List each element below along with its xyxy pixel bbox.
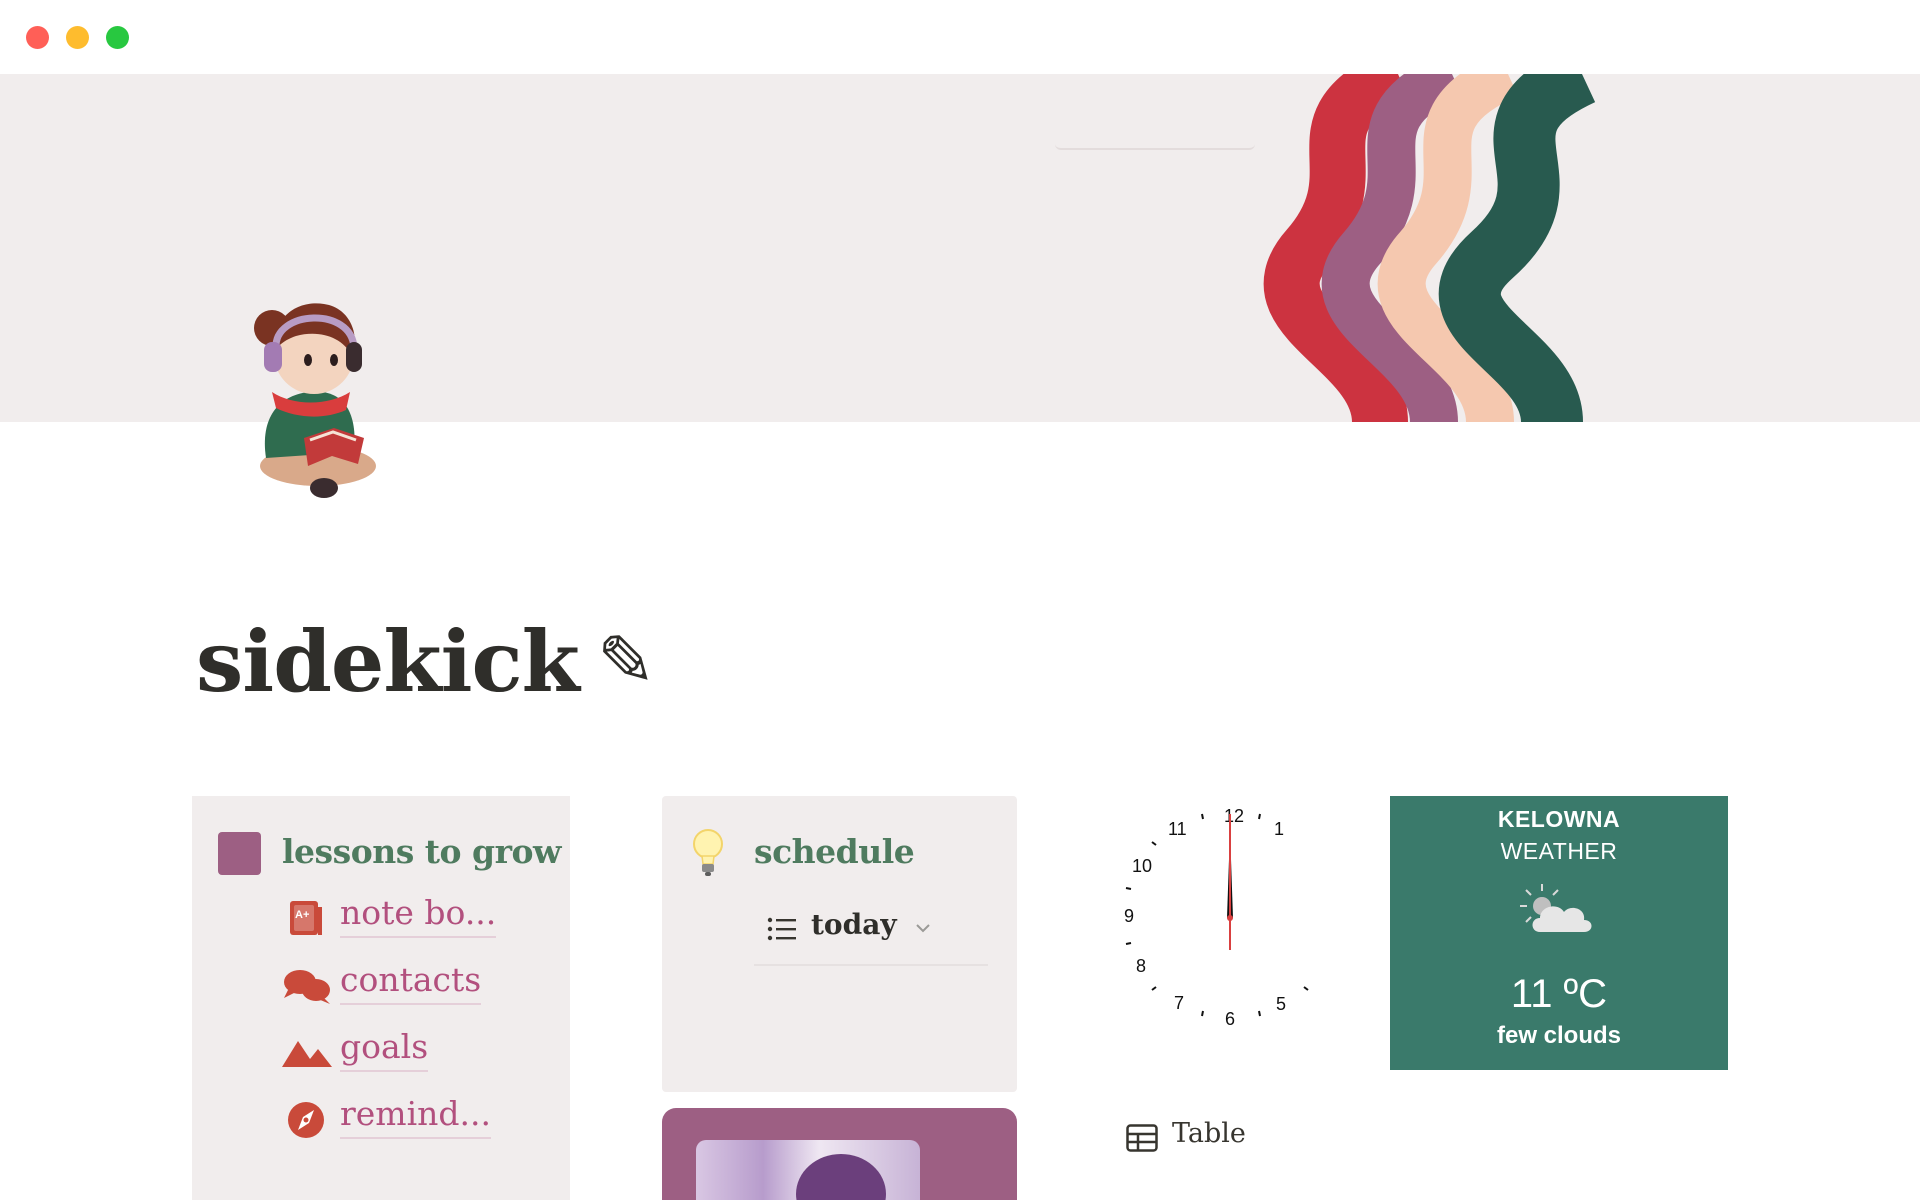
clock-number-12: 12: [1224, 806, 1244, 826]
girl-reading-icon[interactable]: [238, 288, 408, 513]
clock-center: [1227, 915, 1233, 921]
weather-widget: KELOWNA WEATHER 11 ºC few clouds: [1390, 796, 1728, 1070]
weather-description: few clouds: [1496, 1022, 1622, 1049]
view-tab-label[interactable]: today: [811, 908, 897, 941]
schedule-heading: schedule: [754, 832, 915, 871]
clock-number-9: 9: [1124, 906, 1134, 926]
page-title[interactable]: sidekick ✎: [196, 612, 655, 711]
clock-number-1: 1: [1274, 819, 1284, 839]
compass-icon: [288, 1102, 324, 1138]
cover-reposition-handle[interactable]: [1055, 144, 1255, 150]
window-close-button[interactable]: [26, 26, 49, 49]
clock-ticks: [1125, 813, 1309, 1017]
partly-cloudy-icon: [1520, 884, 1592, 932]
chat-bubbles-icon: [284, 970, 330, 1004]
weather-temperature: 11 ºC: [1510, 972, 1608, 1016]
window-titlebar: [0, 0, 1920, 74]
window-minimize-button[interactable]: [66, 26, 89, 49]
clock-number-7: 7: [1174, 993, 1184, 1013]
square-icon: [218, 832, 261, 875]
notebook-grade-icon: A+: [290, 901, 322, 935]
mountains-icon: [282, 1041, 332, 1067]
link-notebook-label[interactable]: note bo...: [340, 893, 497, 938]
link-contacts-label[interactable]: contacts: [340, 960, 482, 1005]
lessons-card: lessons to grow A+ note bo... contacts g…: [192, 796, 570, 1200]
svg-text:A+: A+: [295, 909, 309, 921]
pencil-icon: ✎: [596, 620, 656, 702]
lessons-heading: lessons to grow: [282, 832, 561, 871]
link-reminders-label[interactable]: remind...: [340, 1094, 491, 1139]
table-view-label[interactable]: Table: [1172, 1118, 1246, 1149]
clock-number-11: 11: [1168, 819, 1187, 839]
gallery-thumbnail[interactable]: [696, 1140, 920, 1200]
analog-clock-widget: 12 1 5 6 7 8 9 10 11: [1124, 806, 1309, 1028]
table-icon: [1126, 1124, 1158, 1152]
weather-label: WEATHER: [1500, 838, 1618, 864]
chevron-down-icon[interactable]: [911, 916, 935, 940]
lightbulb-icon: [693, 829, 723, 876]
clock-number-8: 8: [1136, 956, 1146, 976]
window-maximize-button[interactable]: [106, 26, 129, 49]
view-divider: [754, 964, 988, 966]
weather-city: KELOWNA: [1497, 806, 1621, 832]
link-goals-label[interactable]: goals: [340, 1027, 429, 1072]
list-icon: [767, 917, 796, 941]
gallery-card[interactable]: [662, 1108, 1017, 1200]
clock-number-10: 10: [1132, 856, 1152, 876]
clock-number-5: 5: [1276, 994, 1286, 1014]
clock-number-6: 6: [1225, 1009, 1235, 1028]
page-title-text[interactable]: sidekick: [196, 612, 580, 711]
thumbnail-shape: [796, 1154, 886, 1200]
schedule-card: schedule today: [662, 796, 1017, 1092]
